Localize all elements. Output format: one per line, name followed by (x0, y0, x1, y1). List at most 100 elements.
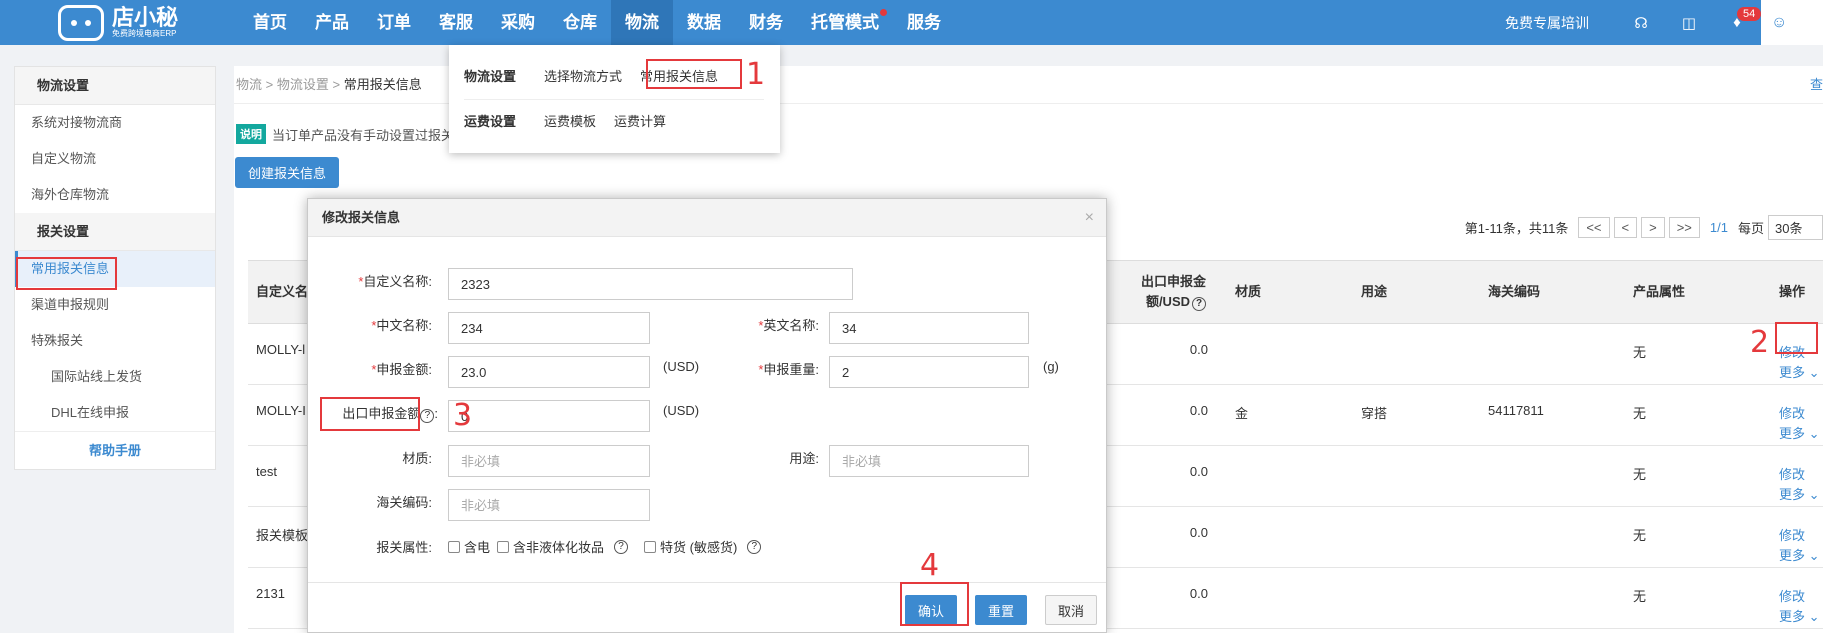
nav-home[interactable]: 首页 (239, 0, 301, 45)
help-icon[interactable]: ? (1192, 297, 1206, 311)
nav-data[interactable]: 数据 (673, 0, 735, 45)
cell-attr: 无 (1633, 528, 1647, 543)
reset-button[interactable]: 重置 (975, 595, 1027, 625)
close-icon[interactable]: × (1085, 209, 1094, 227)
cell-name: MOLLY-I (256, 403, 306, 418)
cell-attr: 无 (1633, 345, 1647, 360)
hs-code-input[interactable] (448, 489, 650, 521)
breadcrumb-logistics-settings[interactable]: 物流设置 (277, 77, 329, 92)
cell-hs: 54117811 (1488, 403, 1544, 418)
cell-amount: 0.0 (1189, 464, 1208, 479)
battery-label: 含电 (464, 540, 491, 555)
first-page-button[interactable]: << (1578, 217, 1610, 238)
cn-name-input[interactable] (448, 312, 650, 344)
nav-warehouse[interactable]: 仓库 (549, 0, 611, 45)
logo[interactable]: 店小秘 免费跨境电商ERP (58, 0, 178, 45)
help-manual-link[interactable]: 帮助手册 (15, 431, 215, 469)
more-label: 更多 (1779, 609, 1806, 624)
nav-service[interactable]: 客服 (425, 0, 487, 45)
main-nav: 首页 产品 订单 客服 采购 仓库 物流 数据 财务 托管模式 服务 (239, 0, 955, 45)
declare-amount-label-text: 申报金额: (376, 362, 432, 377)
sidebar-item-custom-logistics[interactable]: 自定义物流 (15, 141, 215, 177)
last-page-button[interactable]: >> (1668, 217, 1700, 238)
help-icon[interactable]: ? (747, 539, 762, 554)
menu-item-freight-calc[interactable]: 运费计算 (614, 111, 666, 130)
edit-link[interactable]: 修改 (1779, 403, 1805, 422)
headset-icon[interactable]: ☊ (1617, 14, 1665, 32)
nav-orders[interactable]: 订单 (363, 0, 425, 45)
edit-link[interactable]: 修改 (1779, 464, 1805, 483)
more-dropdown[interactable]: 更多 ⌄ (1779, 362, 1820, 381)
sidebar-header-customs: 报关设置 (15, 213, 215, 251)
menu-item-select-method[interactable]: 选择物流方式 (544, 66, 622, 85)
checkbox-box (497, 540, 509, 553)
annotation-number-4: 4 (920, 548, 940, 583)
note-tag: 说明 (236, 124, 266, 144)
nav-products[interactable]: 产品 (301, 0, 363, 45)
edit-link[interactable]: 修改 (1779, 525, 1805, 544)
nav-services[interactable]: 服务 (893, 0, 955, 45)
prev-page-button[interactable]: < (1613, 217, 1638, 238)
more-label: 更多 (1779, 365, 1806, 380)
cancel-button[interactable]: 取消 (1045, 595, 1097, 625)
bell-icon[interactable]: ♦ 54 (1713, 7, 1762, 31)
sidebar-item-overseas-warehouse[interactable]: 海外仓库物流 (15, 177, 215, 213)
col-attr: 产品属性 (1633, 284, 1686, 299)
sensitive-goods-checkbox[interactable]: 特货 (敏感货)? (644, 537, 762, 556)
sidebar-item-system-carriers[interactable]: 系统对接物流商 (15, 105, 215, 141)
create-customs-button[interactable]: 创建报关信息 (235, 157, 339, 188)
more-label: 更多 (1779, 426, 1806, 441)
use-input[interactable] (829, 445, 1029, 477)
nav-logistics[interactable]: 物流 (611, 0, 673, 45)
next-page-button[interactable]: > (1641, 217, 1665, 238)
sidebar-item-channel-rules[interactable]: 渠道申报规则 (15, 287, 215, 323)
menu-item-freight-template[interactable]: 运费模板 (544, 111, 596, 130)
cell-attr: 无 (1633, 406, 1647, 421)
cell-use: 穿搭 (1361, 406, 1388, 421)
declare-amount-input[interactable] (448, 356, 650, 388)
modal-title: 修改报关信息 (308, 199, 1106, 237)
cell-amount: 0.0 (1189, 342, 1208, 357)
more-dropdown[interactable]: 更多 ⌄ (1779, 545, 1820, 564)
edit-link[interactable]: 修改 (1779, 586, 1805, 605)
help-icon[interactable]: ? (420, 409, 435, 423)
view-link[interactable]: 查 (1810, 66, 1823, 104)
training-link[interactable]: 免费专属培训 (1505, 13, 1589, 33)
en-name-label: *英文名称: (698, 315, 819, 334)
en-name-input[interactable] (829, 312, 1029, 344)
chevron-down-icon: ⌄ (1805, 487, 1820, 502)
book-icon[interactable]: ◫ (1665, 14, 1713, 32)
notification-badge: 54 (1737, 7, 1762, 21)
sidebar-item-intl-station[interactable]: 国际站线上发货 (15, 359, 215, 395)
more-dropdown[interactable]: 更多 ⌄ (1779, 423, 1820, 442)
annotation-box-sidebar (16, 257, 117, 290)
more-dropdown[interactable]: 更多 ⌄ (1779, 606, 1820, 625)
more-dropdown[interactable]: 更多 ⌄ (1779, 484, 1820, 503)
menu-header-logistics-settings: 物流设置 (464, 68, 517, 84)
sidebar-item-special-customs[interactable]: 特殊报关 (15, 323, 215, 359)
chevron-down-icon: ⌄ (1805, 365, 1820, 380)
export-amount-input[interactable] (448, 400, 650, 432)
nav-hosting[interactable]: 托管模式 (797, 0, 893, 45)
nav-purchase[interactable]: 采购 (487, 0, 549, 45)
declare-weight-input[interactable] (829, 356, 1029, 388)
declare-weight-label: *申报重量: (698, 359, 819, 378)
pager-summary: 第1-11条，共11条 (1464, 221, 1569, 236)
usd-unit: (USD) (663, 403, 700, 418)
annotation-box-3 (320, 397, 420, 431)
user-avatar-icon[interactable]: ☺ (1761, 0, 1823, 45)
sidebar-item-dhl-online[interactable]: DHL在线申报 (15, 395, 215, 431)
more-label: 更多 (1779, 487, 1806, 502)
declare-amount-label: *申报金额: (328, 359, 432, 378)
customs-attr-label: 报关属性: (376, 540, 432, 555)
battery-checkbox[interactable]: 含电 (448, 537, 490, 556)
custom-name-input[interactable] (448, 268, 853, 300)
material-input[interactable] (448, 445, 650, 477)
nav-finance[interactable]: 财务 (735, 0, 797, 45)
breadcrumb-logistics[interactable]: 物流 (236, 77, 262, 92)
cell-attr: 无 (1633, 467, 1647, 482)
per-page-select[interactable]: 30条 (1768, 215, 1823, 240)
cosmetics-checkbox[interactable]: 含非液体化妆品? (497, 537, 629, 556)
help-icon[interactable]: ? (614, 539, 629, 554)
cell-amount: 0.0 (1189, 525, 1208, 540)
